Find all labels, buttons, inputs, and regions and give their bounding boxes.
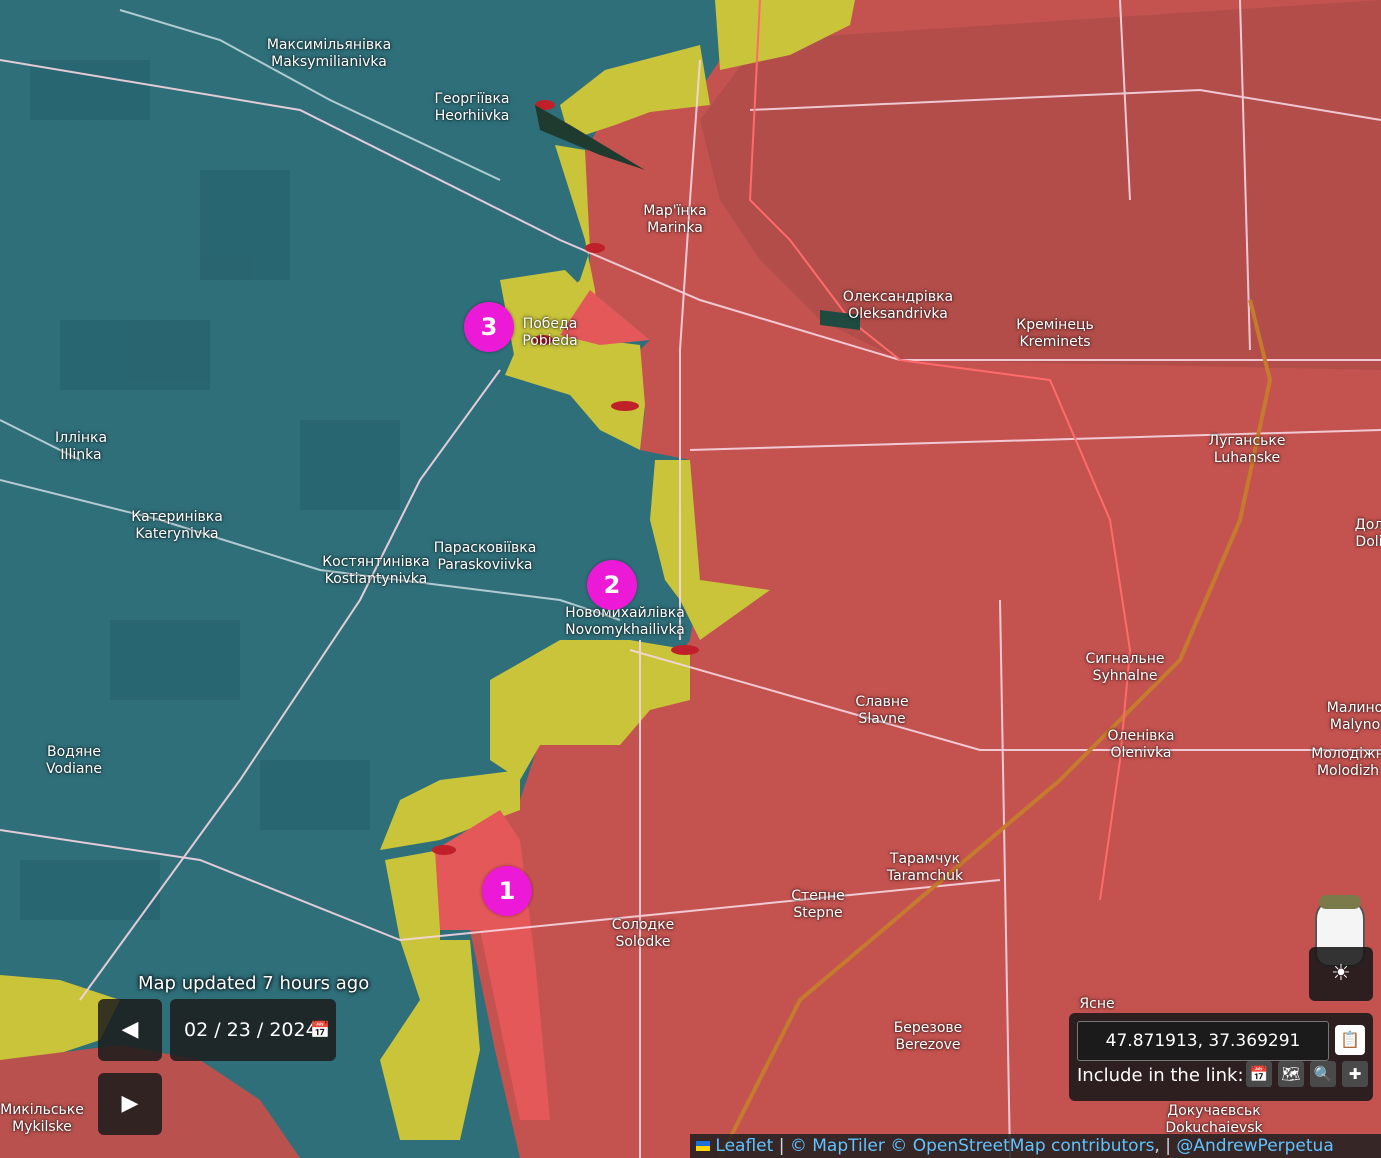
place-mykilske: Микільське Mykilske [0, 1102, 84, 1135]
place-molodizh: Молодіжн Molodizh [1311, 746, 1381, 779]
attribution-sep-1: | [778, 1136, 785, 1156]
place-pobeda: Победа Pobieda [522, 316, 578, 349]
marker-2[interactable]: 2 [587, 560, 637, 610]
place-solodke: Солодке Solodke [611, 917, 675, 950]
copy-coords-button[interactable]: 📋 [1335, 1025, 1365, 1055]
date-input[interactable]: 02 / 23 / 2024 📅 [170, 999, 336, 1061]
include-zoom-icon[interactable]: 🔍 [1310, 1061, 1336, 1087]
include-date-icon[interactable]: 📅 [1246, 1061, 1272, 1087]
place-dokuchaievsk: Докучаєвськ Dokuchaievsk [1165, 1103, 1263, 1136]
place-maksymilianivka: Максимільянівка Maksymilianivka [266, 37, 392, 70]
coordinate-panel: 47.871913, 37.369291 📋 Include in the li… [1069, 1013, 1373, 1101]
calendar-icon[interactable]: 📅 [310, 999, 330, 1061]
mascot-theme-toggle[interactable]: ☀ [1309, 893, 1373, 1001]
coordinate-field[interactable]: 47.871913, 37.369291 [1077, 1021, 1329, 1061]
osm-link[interactable]: © OpenStreetMap contributors [890, 1136, 1154, 1156]
place-kostiantynivka: Костянтинівка Kostiantynivka [322, 554, 430, 587]
place-vodiane: Водяне Vodiane [46, 744, 102, 777]
attribution-sep-2: | [1165, 1136, 1171, 1156]
maptiler-link[interactable]: © MapTiler [790, 1136, 885, 1156]
place-heorhiivka: Георгіївка Heorhiivka [434, 91, 510, 124]
place-yasne: Ясне [1079, 996, 1115, 1012]
place-stepne: Степне Stepne [791, 888, 845, 921]
theme-button[interactable]: ☀ [1309, 947, 1373, 1001]
date-value: 02 / 23 / 2024 [184, 1019, 318, 1041]
marker-1[interactable]: 1 [482, 866, 532, 916]
place-slavne: Славне Slavne [855, 694, 909, 727]
map-attribution: Leaflet | © MapTiler © OpenStreetMap con… [690, 1134, 1381, 1158]
map-updated-status: Map updated 7 hours ago [138, 973, 370, 994]
ukraine-flag-icon [696, 1141, 710, 1151]
leaflet-link[interactable]: Leaflet [715, 1136, 773, 1156]
include-center-icon[interactable]: ✚ [1342, 1061, 1368, 1087]
prev-date-button[interactable]: ◀ [98, 999, 162, 1061]
place-taramchuk: Тарамчук Taramchuk [886, 851, 964, 884]
place-dol: Дол Doli [1354, 517, 1381, 550]
place-oleksandrivka: Олександрівка Oleksandrivka [842, 289, 954, 322]
place-syhnalne: Сигнальне Syhnalne [1085, 651, 1165, 684]
place-katerynivka: Катеринівка Katerynivka [131, 509, 223, 542]
include-map-icon[interactable]: 🗺 [1278, 1061, 1304, 1087]
place-olenivka: Оленівка Olenivka [1107, 728, 1175, 761]
place-malyn: Малино Malyno [1326, 700, 1381, 733]
place-marinka: Мар'їнка Marinka [643, 203, 707, 236]
place-kreminets: Кремінець Kreminets [1016, 317, 1094, 350]
marker-3[interactable]: 3 [464, 302, 514, 352]
include-link-label: Include in the link: [1077, 1065, 1244, 1086]
place-berezove: Березове Berezove [893, 1020, 963, 1053]
place-novomykhailivka: Новомихайлівка Novomykhailivka [565, 605, 685, 638]
author-link[interactable]: @AndrewPerpetua [1176, 1136, 1333, 1156]
next-date-button[interactable]: ▶ [98, 1073, 162, 1135]
place-luhanske: Луганське Luhanske [1208, 433, 1286, 466]
place-paraskoviivka: Парасковіївка Paraskoviivka [433, 540, 537, 573]
place-illinka: Іллінка Illinka [54, 430, 108, 463]
